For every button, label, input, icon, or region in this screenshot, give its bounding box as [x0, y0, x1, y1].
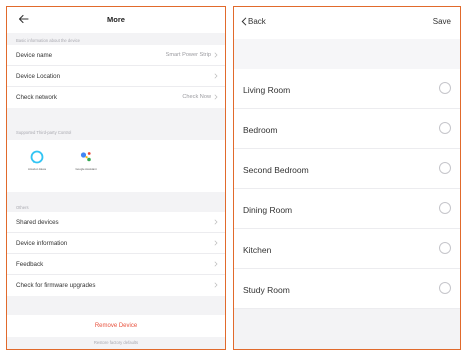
room-option-dining-room[interactable]: Dining Room: [234, 189, 460, 229]
remove-device-button[interactable]: Remove Device: [7, 323, 225, 329]
room-option-study-room[interactable]: Study Room: [234, 269, 460, 309]
device-name-row[interactable]: Device name Smart Power Strip: [7, 45, 225, 66]
radio-button[interactable]: [439, 122, 451, 134]
row-value: Check Now: [182, 94, 211, 100]
row-label: Device information: [16, 240, 68, 247]
chevron-right-icon: [214, 219, 218, 225]
firmware-upgrade-row[interactable]: Check for firmware upgrades: [7, 275, 225, 296]
chevron-right-icon: [214, 73, 218, 79]
row-label: Check network: [16, 94, 57, 101]
section-caption-others: Others: [16, 205, 29, 210]
back-button[interactable]: Back: [241, 17, 266, 26]
room-option-second-bedroom[interactable]: Second Bedroom: [234, 149, 460, 189]
chevron-right-icon: [214, 240, 218, 246]
room-label: Second Bedroom: [243, 165, 309, 175]
room-option-bedroom[interactable]: Bedroom: [234, 109, 460, 149]
chevron-right-icon: [214, 282, 218, 288]
third-party-name: Google Assistant: [75, 167, 97, 171]
others-list: Shared devices Device information Feedba…: [7, 212, 225, 296]
screen: More Basic information about the device …: [0, 0, 467, 356]
room-label: Dining Room: [243, 205, 293, 215]
row-label: Shared devices: [16, 219, 59, 226]
alexa-item[interactable]: Amazon Alexa: [20, 150, 54, 171]
check-network-row[interactable]: Check network Check Now: [7, 87, 225, 108]
radio-button[interactable]: [439, 82, 451, 94]
third-party-name: Amazon Alexa: [28, 167, 46, 171]
row-label: Device Location: [16, 73, 61, 80]
basic-info-list: Device name Smart Power Strip Device Loc…: [7, 45, 225, 108]
room-select-panel: Back Save Living Room Bedroom Second Bed…: [233, 6, 461, 350]
device-location-row[interactable]: Device Location: [7, 66, 225, 87]
more-header: More: [7, 7, 225, 33]
header-spacer: [234, 39, 460, 69]
radio-button[interactable]: [439, 202, 451, 214]
room-label: Bedroom: [243, 125, 278, 135]
third-party-control-area: Amazon Alexa Google Assistant: [7, 140, 225, 192]
restore-factory-defaults-button[interactable]: Restore factory defaults: [7, 340, 225, 345]
row-label: Check for firmware upgrades: [16, 282, 96, 289]
device-information-row[interactable]: Device information: [7, 233, 225, 254]
bottom-spacer: [234, 309, 460, 349]
chevron-left-icon: [241, 17, 247, 26]
room-option-living-room[interactable]: Living Room: [234, 69, 460, 109]
radio-button[interactable]: [439, 282, 451, 294]
google-assistant-item[interactable]: Google Assistant: [69, 150, 103, 171]
room-option-kitchen[interactable]: Kitchen: [234, 229, 460, 269]
back-label: Back: [248, 17, 266, 26]
shared-devices-row[interactable]: Shared devices: [7, 212, 225, 233]
chevron-right-icon: [214, 261, 218, 267]
row-label: Feedback: [16, 261, 44, 268]
room-list: Living Room Bedroom Second Bedroom Dinin…: [234, 69, 460, 309]
room-label: Study Room: [243, 285, 290, 295]
room-label: Kitchen: [243, 245, 272, 255]
page-title: More: [107, 15, 125, 24]
section-caption-basic: Basic information about the device: [16, 38, 81, 43]
alexa-icon: [30, 150, 44, 164]
chevron-right-icon: [214, 52, 218, 58]
more-panel: More Basic information about the device …: [6, 6, 226, 350]
section-caption-thirdparty: Supported Third-party Control: [16, 130, 72, 135]
feedback-row[interactable]: Feedback: [7, 254, 225, 275]
room-label: Living Room: [243, 85, 291, 95]
chevron-right-icon: [214, 94, 218, 100]
save-button[interactable]: Save: [433, 17, 451, 26]
radio-button[interactable]: [439, 242, 451, 254]
google-assistant-icon: [80, 152, 91, 162]
remove-device-area: Remove Device: [7, 315, 225, 337]
row-label: Device name: [16, 52, 53, 59]
room-header: Back Save: [234, 7, 460, 39]
radio-button[interactable]: [439, 162, 451, 174]
row-value: Smart Power Strip: [165, 52, 211, 58]
